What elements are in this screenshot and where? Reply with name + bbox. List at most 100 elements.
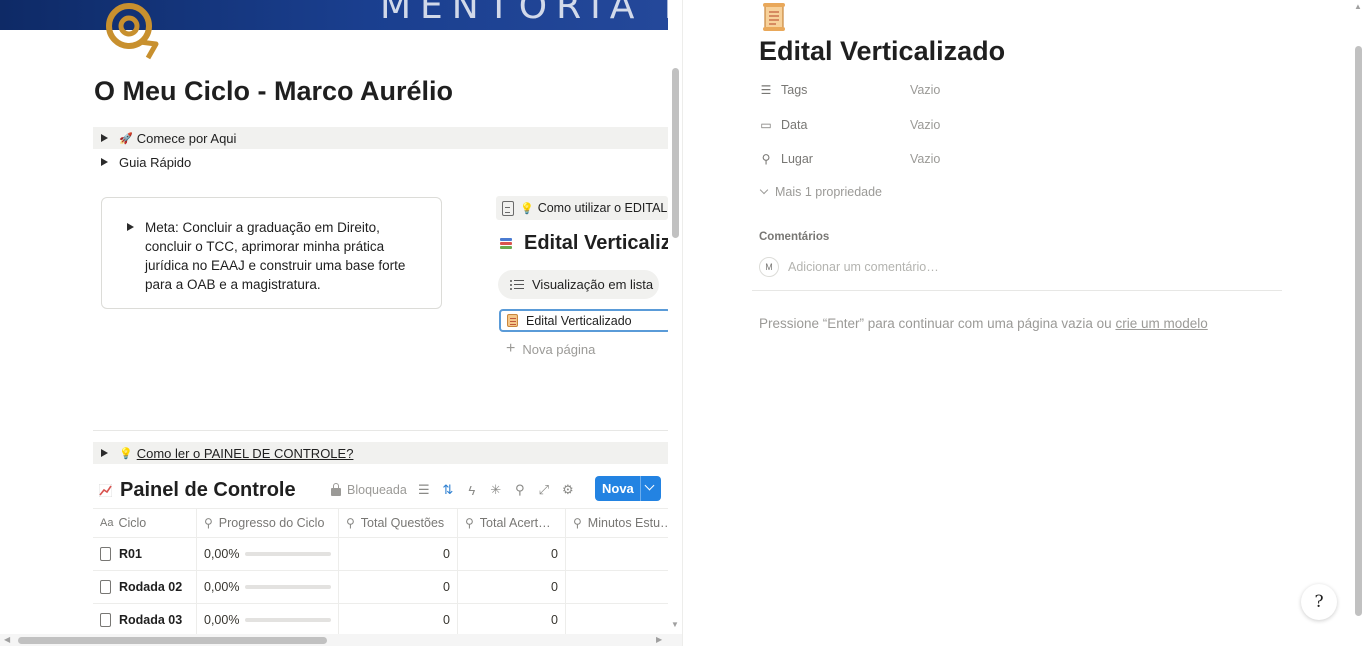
row-name[interactable]: Rodada 02 <box>119 580 182 594</box>
toggle-como-ler-painel[interactable]: 💡 Como ler o PAINEL DE CONTROLE? <box>93 442 668 464</box>
toggle-triangle-icon[interactable] <box>101 449 109 457</box>
vertical-scrollbar-right[interactable]: ▲ <box>1352 0 1365 646</box>
view-tab-label: Visualização em lista <box>532 277 654 292</box>
vertical-scrollbar-left[interactable]: ▼ <box>668 0 682 634</box>
panel-title[interactable]: Painel de Controle <box>120 479 296 502</box>
table-row[interactable]: R01 0,00% 0 0 <box>93 538 668 571</box>
property-value[interactable]: Vazio <box>910 83 940 97</box>
toggle-guia-rapido[interactable]: Guia Rápido <box>93 151 668 173</box>
property-name: Lugar <box>781 152 813 166</box>
page-title[interactable]: Edital Verticalizado <box>759 36 1005 67</box>
row-name[interactable]: R01 <box>119 547 142 561</box>
cell-minutos[interactable] <box>566 571 668 603</box>
scroll-down-arrow-icon[interactable]: ▼ <box>671 620 679 629</box>
help-button[interactable]: ? <box>1301 584 1337 620</box>
cell-total-acertos[interactable]: 0 <box>458 571 566 603</box>
toggle-label[interactable]: Como ler o PAINEL DE CONTROLE? <box>137 446 354 461</box>
cell-value: 0 <box>551 547 558 561</box>
scroll-icon[interactable] <box>761 2 789 32</box>
cycle-logo-icon[interactable] <box>100 0 162 62</box>
scrollbar-thumb[interactable] <box>18 637 327 644</box>
document-icon <box>100 613 111 627</box>
settings-sliders-icon[interactable]: ⚙ <box>561 482 575 498</box>
toggle-comece-por-aqui[interactable]: 🚀 Comece por Aqui <box>93 127 668 149</box>
table-header: Aa Ciclo ⚲ Progresso do Ciclo ⚲ Total Quest… <box>93 508 668 538</box>
cell-progresso[interactable]: 0,00% <box>197 538 339 570</box>
sort-icon[interactable]: ⇅ <box>441 482 455 498</box>
scroll-icon <box>507 314 518 327</box>
cell-total-questoes[interactable]: 0 <box>339 604 458 634</box>
search-icon[interactable]: ⚲ <box>513 482 527 498</box>
cell-minutos[interactable] <box>566 538 668 570</box>
table-row[interactable]: Rodada 02 0,00% 0 0 <box>93 571 668 604</box>
books-icon <box>500 237 514 251</box>
lightbulb-icon: 💡 <box>520 202 534 215</box>
property-name: Data <box>781 118 808 132</box>
scroll-left-arrow-icon[interactable]: ◀ <box>4 635 10 644</box>
cell-value: 0 <box>551 613 558 627</box>
column-header-label: Minutos Estu… <box>587 516 668 530</box>
column-header-total-questoes[interactable]: ⚲ Total Questões <box>339 509 458 537</box>
create-template-link[interactable]: crie um modelo <box>1115 316 1207 331</box>
row-name[interactable]: Rodada 03 <box>119 613 182 627</box>
automation-bolt-icon[interactable]: ϟ <box>465 483 479 498</box>
linked-page-como-utilizar[interactable]: 💡 Como utilizar o EDITAL <box>496 196 668 220</box>
database-toolbar: Bloqueada ☰ ⇅ ϟ ✳ ⚲ ⤢ ⚙ <box>331 476 585 504</box>
view-tab-list[interactable]: Visualização em lista <box>498 270 659 299</box>
more-properties-toggle[interactable]: Mais 1 propriedade <box>759 185 882 199</box>
cell-total-acertos[interactable]: 0 <box>458 604 566 634</box>
progress-bar <box>245 552 331 556</box>
cell-progresso[interactable]: 0,00% <box>197 604 339 634</box>
chart-increasing-icon <box>99 483 112 497</box>
avatar: M <box>759 257 779 277</box>
scrollbar-thumb[interactable] <box>1355 46 1362 616</box>
expand-icon[interactable]: ⤢ <box>537 482 551 498</box>
column-header-ciclo[interactable]: Aa Ciclo <box>93 509 197 537</box>
chevron-down-icon[interactable] <box>644 480 655 491</box>
progress-bar <box>245 618 331 622</box>
cell-ciclo[interactable]: R01 <box>93 538 197 570</box>
property-value[interactable]: Vazio <box>910 118 940 132</box>
list-item-edital[interactable]: Edital Verticalizado <box>499 309 668 332</box>
callout-text[interactable]: Meta: Concluir a graduação em Direito, c… <box>145 218 421 294</box>
horizontal-scrollbar[interactable]: ◀ ▶ <box>0 634 682 646</box>
property-value[interactable]: Vazio <box>910 152 940 166</box>
column-header-label: Total Acert… <box>479 516 551 530</box>
plus-icon: + <box>506 340 516 357</box>
property-data[interactable]: ▭ Data Vazio <box>759 114 940 136</box>
toggle-triangle-icon[interactable] <box>101 134 109 142</box>
lightbulb-icon: 💡 <box>119 447 133 460</box>
list-item-label: Edital Verticalizado <box>526 313 632 328</box>
scroll-up-arrow-icon[interactable]: ▲ <box>1354 2 1362 11</box>
property-lugar[interactable]: ⚲ Lugar Vazio <box>759 148 941 170</box>
cell-minutos[interactable] <box>566 604 668 634</box>
table-row[interactable]: Rodada 03 0,00% 0 0 <box>93 604 668 634</box>
property-tags[interactable]: ☰ Tags Vazio <box>759 79 941 101</box>
sparkle-icon[interactable]: ✳ <box>489 482 503 498</box>
database-title[interactable]: Edital Verticalizado <box>500 232 668 255</box>
main-page-pane: MENTORIA D O Meu Ciclo - Marco Aurélio 🚀… <box>0 0 668 634</box>
cell-total-questoes[interactable]: 0 <box>339 538 458 570</box>
comment-placeholder[interactable]: Adicionar um comentário… <box>788 260 939 274</box>
cell-total-acertos[interactable]: 0 <box>458 538 566 570</box>
cell-ciclo[interactable]: Rodada 03 <box>93 604 197 634</box>
toggle-triangle-icon[interactable] <box>101 158 109 166</box>
comment-input[interactable]: M Adicionar um comentário… <box>759 257 939 277</box>
toggle-triangle-icon[interactable] <box>127 223 135 231</box>
column-header-label: Total Questões <box>360 516 445 530</box>
new-page-button[interactable]: + Nova página <box>506 340 595 358</box>
locked-label[interactable]: Bloqueada <box>347 483 407 497</box>
column-header-progresso[interactable]: ⚲ Progresso do Ciclo <box>197 509 339 537</box>
filter-icon[interactable]: ☰ <box>417 482 431 498</box>
column-header-total-acertos[interactable]: ⚲ Total Acert… <box>458 509 566 537</box>
new-entry-button[interactable]: Nova <box>595 476 661 501</box>
scroll-right-arrow-icon[interactable]: ▶ <box>656 635 662 644</box>
progress-text: 0,00% <box>204 580 240 594</box>
column-header-minutos[interactable]: ⚲ Minutos Estu… <box>566 509 668 537</box>
cell-ciclo[interactable]: Rodada 02 <box>93 571 197 603</box>
new-button-label: Nova <box>602 481 634 496</box>
cell-progresso[interactable]: 0,00% <box>197 571 339 603</box>
scrollbar-thumb[interactable] <box>672 68 679 238</box>
empty-page-hint: Pressione “Enter” para continuar com uma… <box>759 316 1208 331</box>
cell-total-questoes[interactable]: 0 <box>339 571 458 603</box>
